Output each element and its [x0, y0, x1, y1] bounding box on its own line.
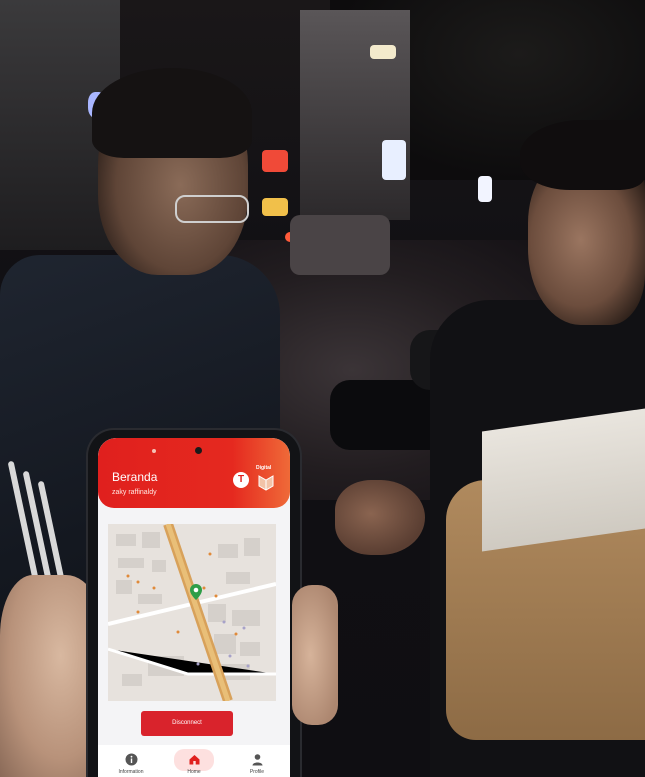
hoodie-white-panel	[482, 408, 645, 552]
person-right-hand	[335, 480, 425, 555]
red-sign-light	[262, 150, 288, 172]
nav-label-profile: Profile	[249, 769, 265, 775]
sign-light	[478, 176, 492, 202]
sign-light	[382, 140, 406, 180]
fingers	[292, 585, 338, 725]
phone-screen: Beranda zaky raffinaldy T Digital Discon…	[98, 438, 290, 777]
device-logo-icon	[258, 475, 274, 491]
building-middle	[300, 10, 410, 220]
front-camera	[195, 447, 202, 454]
person-right-hair	[520, 120, 645, 190]
person-left-hair	[92, 68, 252, 158]
location-pin-icon[interactable]	[190, 584, 202, 600]
brand-logo-icon: T	[233, 472, 249, 488]
nav-item-home[interactable]: Home	[169, 753, 219, 775]
glasses	[175, 195, 249, 223]
user-name: zaky raffinaldy	[112, 489, 157, 496]
bottom-navigation: Information Home Profile	[98, 745, 290, 777]
user-icon	[252, 754, 262, 766]
nav-item-information[interactable]: Information	[106, 753, 156, 775]
status-dot	[152, 449, 156, 453]
nav-label-home: Home	[187, 769, 201, 775]
map-view[interactable]	[108, 524, 276, 701]
brand-text: Digital	[256, 465, 272, 471]
smartphone: Beranda zaky raffinaldy T Digital Discon…	[88, 430, 300, 777]
parked-car	[290, 215, 390, 275]
night-street-photo: Beranda zaky raffinaldy T Digital Discon…	[0, 0, 645, 777]
page-title: Beranda	[112, 470, 158, 484]
shop-light	[370, 45, 396, 59]
app-header: Beranda zaky raffinaldy T Digital	[98, 438, 290, 508]
home-icon	[189, 755, 199, 765]
map-tiles	[108, 524, 276, 701]
info-icon	[125, 753, 137, 766]
nav-label-information: Information	[118, 769, 144, 775]
disconnect-button[interactable]: Disconnect	[141, 711, 233, 736]
yellow-sign-light	[262, 198, 288, 216]
nav-item-profile[interactable]: Profile	[232, 753, 282, 775]
